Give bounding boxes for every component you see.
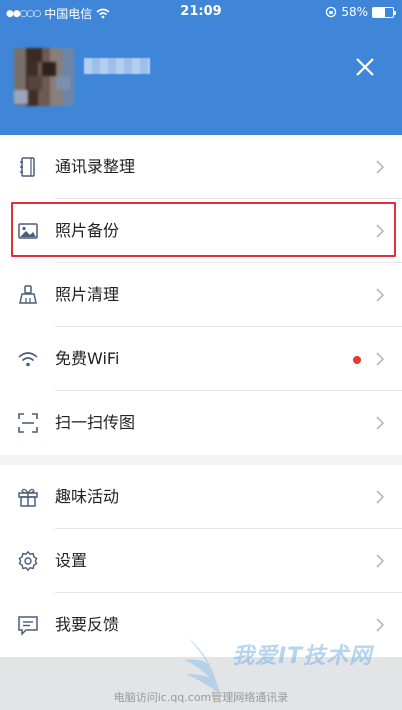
contacts-book-icon: [20, 157, 35, 177]
highlight-box: [11, 202, 396, 257]
menu-item-label: 通讯录整理: [55, 157, 136, 176]
battery-percent: 58%: [341, 5, 368, 19]
broom-icon: [19, 285, 37, 304]
new-badge-dot: [353, 356, 361, 364]
menu-item-free-wifi[interactable]: 免费WiFi: [0, 327, 402, 391]
menu-item-photo-cleanup[interactable]: 照片清理: [0, 263, 402, 327]
menu-item-settings[interactable]: 设置: [0, 529, 402, 593]
rotation-lock-icon: [326, 6, 337, 18]
watermark: 我爱IT技术网: [180, 634, 402, 710]
wifi-icon: [18, 352, 38, 367]
status-right: 58%: [325, 5, 396, 19]
profile-header: ●●○○○ 中国电信 21:09 58%: [0, 0, 402, 135]
menu-item-contacts[interactable]: 通讯录整理: [0, 135, 402, 199]
chevron-right-icon: [376, 160, 385, 174]
avatar[interactable]: [14, 48, 74, 106]
battery-fill: [373, 7, 385, 17]
chevron-right-icon: [376, 352, 385, 366]
username-blurred: [84, 58, 150, 74]
menu-group-1: 通讯录整理 照片备份 照片清理 免费WiFi 扫一扫传图: [0, 135, 402, 455]
battery-icon: [372, 6, 396, 18]
chevron-right-icon: [376, 554, 385, 568]
scan-icon: [18, 413, 38, 433]
watermark-text: 我爱IT技术网: [232, 644, 373, 669]
menu-item-label: 设置: [55, 551, 88, 570]
chevron-right-icon: [376, 490, 385, 504]
menu-item-label: 免费WiFi: [55, 349, 120, 368]
gift-icon: [18, 488, 38, 507]
menu-item-label: 扫一扫传图: [55, 413, 136, 432]
menu-item-scan-transfer[interactable]: 扫一扫传图: [0, 391, 402, 455]
menu-item-fun-activities[interactable]: 趣味活动: [0, 465, 402, 529]
menu-item-label: 趣味活动: [55, 487, 120, 506]
chevron-right-icon: [376, 416, 385, 430]
settings-gear-icon: [18, 550, 38, 572]
menu-item-label: 照片清理: [55, 285, 120, 304]
menu-item-label: 我要反馈: [55, 615, 120, 634]
close-icon[interactable]: [350, 52, 380, 82]
chevron-right-icon: [376, 288, 385, 302]
menu-group-2: 趣味活动 设置 我要反馈: [0, 465, 402, 657]
feedback-icon: [18, 616, 38, 636]
status-bar: ●●○○○ 中国电信 21:09 58%: [0, 0, 402, 24]
chevron-right-icon: [376, 618, 385, 632]
